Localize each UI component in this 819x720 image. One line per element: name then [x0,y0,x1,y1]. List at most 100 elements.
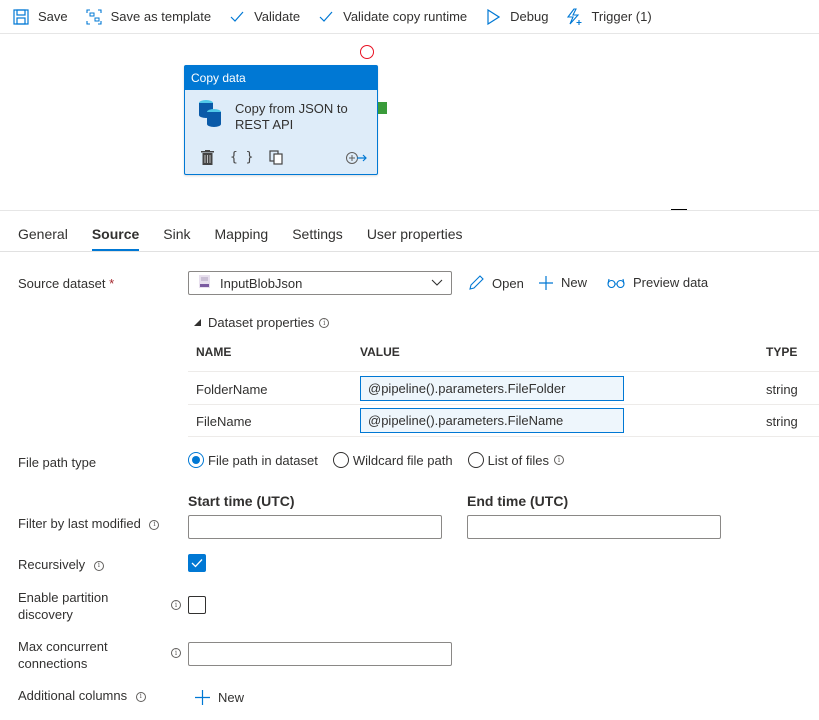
partition-discovery-label: Enable partition discovery [18,589,108,623]
source-dataset-text: Source dataset [18,276,106,291]
partition-label-line1: Enable partition [18,590,109,605]
add-column-button[interactable]: New [195,690,244,705]
radio-unselected-icon [467,452,484,468]
copy-icon[interactable] [269,150,284,165]
database-icon [197,98,223,133]
radio-file-path-in-dataset[interactable]: File path in dataset [188,452,318,468]
save-as-template-label: Save as template [110,9,212,24]
source-dataset-select[interactable]: InputBlobJson [188,271,452,295]
save-button[interactable]: Save [12,8,68,26]
divider [0,210,819,211]
tab-general[interactable]: General [18,219,68,251]
save-icon [12,8,30,26]
info-icon[interactable]: i [135,691,146,702]
column-header-value: VALUE [360,345,400,359]
partition-discovery-checkbox[interactable] [188,596,206,614]
property-value-input[interactable]: @pipeline().parameters.FileName [360,408,624,433]
success-output-port[interactable] [378,102,387,114]
property-type: string [766,382,798,397]
trigger-button[interactable]: Trigger (1) [565,7,652,26]
info-icon[interactable]: i [149,519,160,530]
info-icon[interactable]: i [171,648,181,658]
activity-type: Copy data [185,66,377,90]
property-value-input[interactable]: @pipeline().parameters.FileFolder [360,376,624,401]
max-concurrent-connections-input[interactable] [188,642,452,666]
info-icon[interactable]: i [171,600,181,610]
checkmark-icon [317,8,335,26]
plus-icon [195,690,210,705]
property-type: string [766,414,798,429]
new-dataset-button[interactable]: New [539,275,587,290]
code-icon[interactable]: { } [230,150,253,165]
add-output-icon[interactable] [345,151,367,165]
tab-mapping[interactable]: Mapping [215,219,269,251]
end-time-label: End time (UTC) [467,493,569,509]
property-name: FolderName [196,382,268,397]
trigger-label: Trigger (1) [591,9,652,24]
info-icon[interactable]: i [554,455,564,465]
radio-label: Wildcard file path [352,452,453,468]
tab-settings[interactable]: Settings [292,219,343,251]
filter-last-modified-label: Filter by last modified i [18,515,160,532]
partition-label-line2: discovery [18,607,73,622]
radio-selected-icon [188,452,204,468]
pencil-icon [468,275,484,291]
preview-data-label: Preview data [633,275,709,290]
tab-sink[interactable]: Sink [163,219,190,251]
validate-copy-runtime-button[interactable]: Validate copy runtime [317,8,467,26]
row-divider [188,404,819,405]
tab-user-properties[interactable]: User properties [367,219,463,251]
radio-unselected-icon [332,452,349,468]
source-dataset-label: Source dataset * [18,275,114,292]
validate-copy-runtime-label: Validate copy runtime [343,9,468,24]
recursively-text: Recursively [18,557,86,572]
preview-data-button[interactable]: Preview data [607,275,708,290]
trigger-icon [565,7,583,26]
recursively-label: Recursively i [18,556,104,573]
chevron-down-icon [431,276,443,291]
additional-columns-label: Additional columns i [18,687,146,704]
new-label: New [218,690,245,705]
max-conn-label-line2: connections [18,656,88,671]
max-conn-label-line1: Max concurrent [18,639,108,654]
json-dataset-icon [199,275,210,291]
open-label: Open [492,275,524,291]
delete-icon[interactable] [201,150,214,165]
radio-list-of-files[interactable]: List of files i [467,452,564,468]
collapse-triangle-icon [194,319,201,326]
glasses-icon [607,278,625,288]
open-dataset-button[interactable]: Open [468,275,524,291]
start-time-input[interactable] [188,515,442,539]
validate-label: Validate [254,9,301,24]
save-label: Save [38,9,68,24]
pipeline-canvas[interactable]: Copy data Copy from JSON to REST API { } [0,35,819,211]
save-template-icon [85,8,103,26]
additional-columns-text: Additional columns [18,688,128,703]
error-indicator-icon[interactable] [360,45,374,59]
end-time-input[interactable] [467,515,721,539]
dataset-properties-label: Dataset properties [208,315,315,330]
radio-wildcard-file-path[interactable]: Wildcard file path [332,452,453,468]
max-concurrent-connections-label: Max concurrent connections [18,638,108,672]
play-icon [484,8,502,26]
filter-label-text: Filter by last modified [18,516,141,531]
file-path-type-radio-group: File path in dataset Wildcard file path … [188,452,579,468]
radio-label: File path in dataset [208,452,318,468]
copy-data-activity[interactable]: Copy data Copy from JSON to REST API { } [184,65,378,175]
column-header-name: NAME [196,345,232,359]
toolbar: Save Save as template Validate Validate … [0,0,819,34]
required-mark: * [109,276,115,291]
row-divider [188,371,819,372]
info-icon[interactable]: i [319,317,330,328]
file-path-type-label: File path type [18,455,97,470]
validate-button[interactable]: Validate [228,8,300,26]
debug-button[interactable]: Debug [484,8,548,26]
save-as-template-button[interactable]: Save as template [85,8,211,26]
tab-source[interactable]: Source [91,219,140,251]
activity-name: Copy from JSON to REST API [235,101,348,132]
start-time-label: Start time (UTC) [188,493,295,509]
dataset-properties-toggle[interactable]: Dataset properties i [194,315,330,330]
info-icon[interactable]: i [93,560,104,571]
radio-label: List of files [487,452,549,468]
recursively-checkbox[interactable] [188,554,206,572]
